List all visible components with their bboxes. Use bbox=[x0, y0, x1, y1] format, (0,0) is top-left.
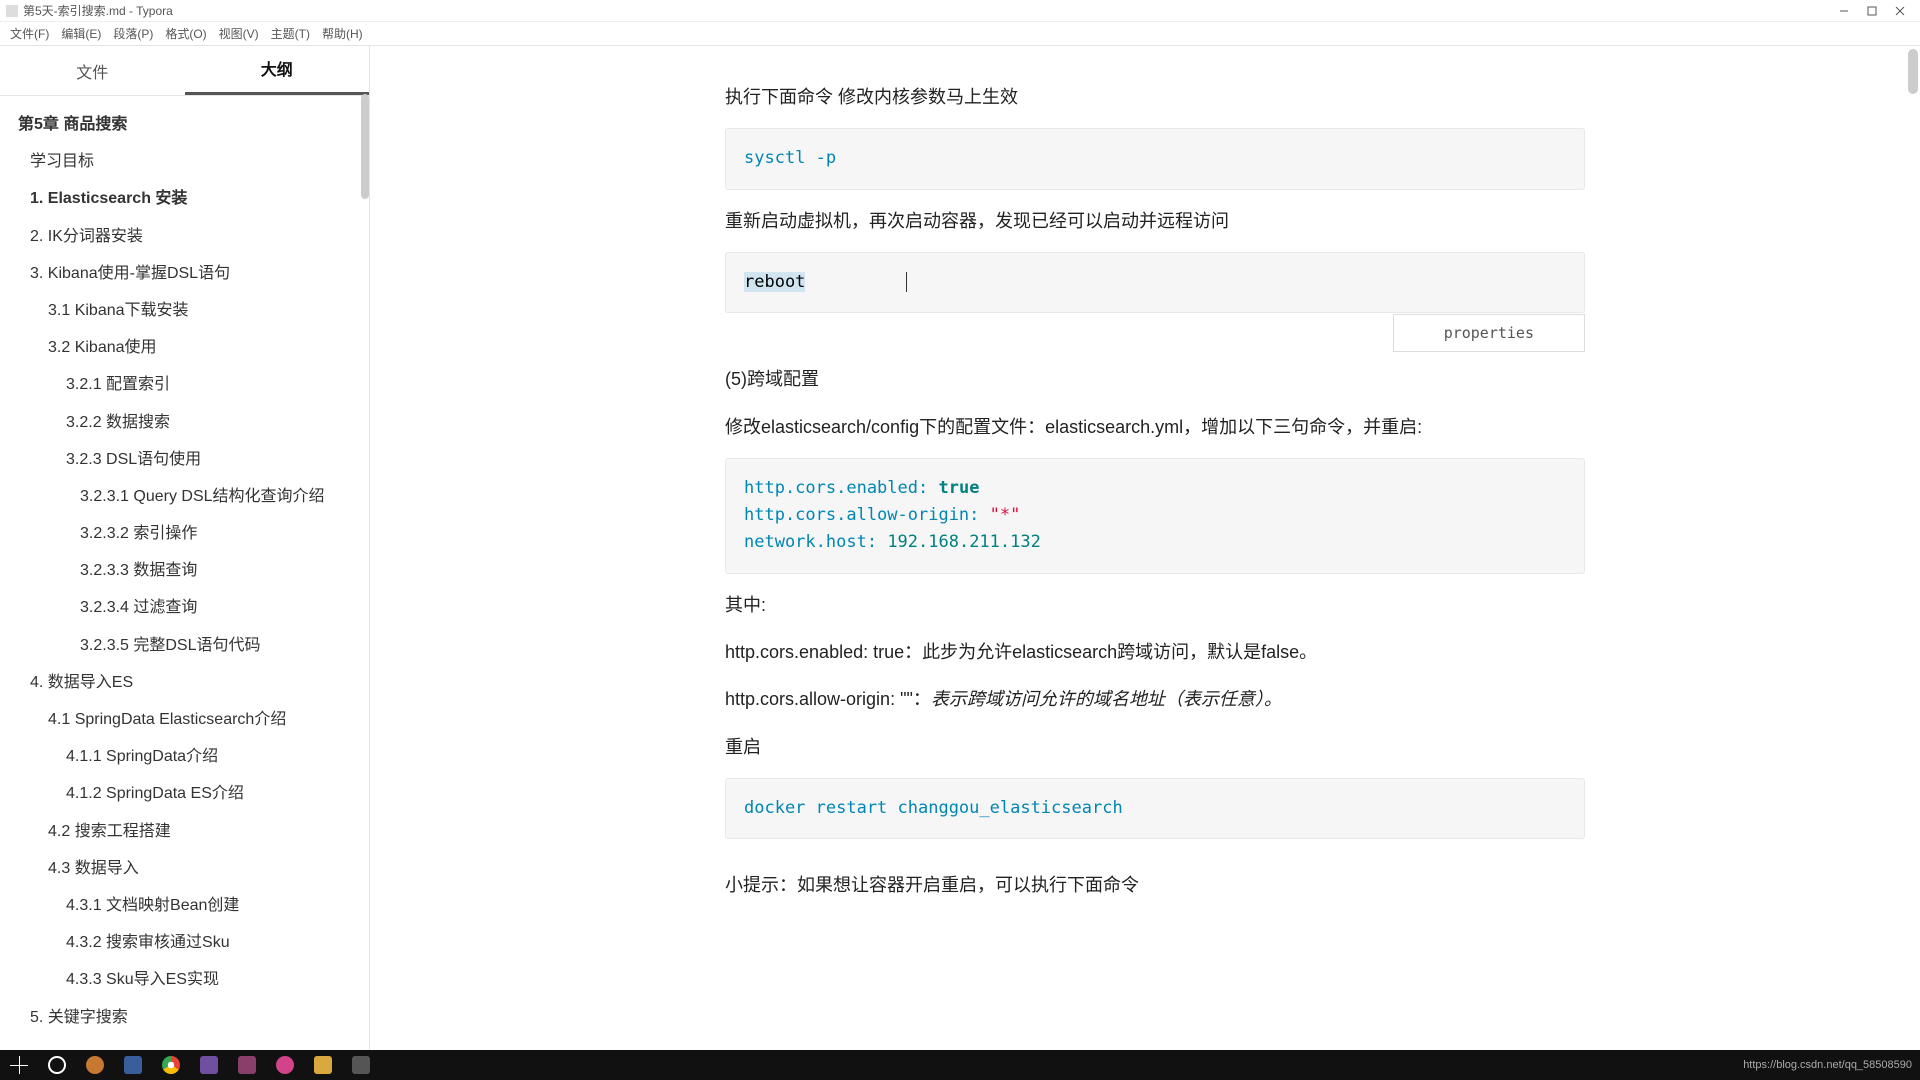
task-app-1[interactable] bbox=[76, 1050, 114, 1080]
outline-item[interactable]: 4.2 搜索工程搭建 bbox=[0, 813, 369, 850]
outline-item[interactable]: 第5章 商品搜索 bbox=[0, 106, 369, 143]
paragraph[interactable]: 重新启动虚拟机，再次启动容器，发现已经可以启动并远程访问 bbox=[725, 205, 1585, 237]
task-app-3[interactable] bbox=[190, 1050, 228, 1080]
outline-item[interactable]: 4.3.2 搜索审核通过Sku bbox=[0, 924, 369, 961]
outline-item[interactable]: 1. Elasticsearch 安装 bbox=[0, 180, 369, 217]
circle-icon bbox=[48, 1056, 66, 1074]
outline-item[interactable]: 4.1.1 SpringData介绍 bbox=[0, 738, 369, 775]
cortana-button[interactable] bbox=[38, 1050, 76, 1080]
app-icon bbox=[124, 1056, 142, 1074]
outline-list[interactable]: 第5章 商品搜索学习目标1. Elasticsearch 安装2. IK分词器安… bbox=[0, 96, 369, 1050]
app-icon bbox=[200, 1056, 218, 1074]
outline-item[interactable]: 3.2.1 配置索引 bbox=[0, 366, 369, 403]
close-button[interactable] bbox=[1886, 0, 1914, 22]
outline-item[interactable]: 3. Kibana使用-掌握DSL语句 bbox=[0, 255, 369, 292]
menu-format[interactable]: 格式(O) bbox=[159, 23, 212, 44]
task-chrome[interactable] bbox=[152, 1050, 190, 1080]
menubar: 文件(F) 编辑(E) 段落(P) 格式(O) 视图(V) 主题(T) 帮助(H… bbox=[0, 22, 1920, 46]
task-app-2[interactable] bbox=[114, 1050, 152, 1080]
app-icon bbox=[276, 1056, 294, 1074]
typora-icon bbox=[352, 1056, 370, 1074]
outline-item[interactable]: 5. 关键字搜索 bbox=[0, 999, 369, 1036]
outline-item[interactable]: 4.3.3 Sku导入ES实现 bbox=[0, 961, 369, 998]
outline-item[interactable]: 2. IK分词器安装 bbox=[0, 218, 369, 255]
outline-item[interactable]: 3.2.3.4 过滤查询 bbox=[0, 589, 369, 626]
tab-outline[interactable]: 大纲 bbox=[185, 46, 370, 95]
paragraph[interactable]: (5)跨域配置 bbox=[725, 363, 1585, 395]
outline-item[interactable]: 3.2.3.5 完整DSL语句代码 bbox=[0, 627, 369, 664]
paragraph[interactable]: 修改elasticsearch/config下的配置文件：elasticsear… bbox=[725, 411, 1585, 443]
main-area: 文件 大纲 第5章 商品搜索学习目标1. Elasticsearch 安装2. … bbox=[0, 46, 1920, 1050]
taskbar: https://blog.csdn.net/qq_58508590 bbox=[0, 1050, 1920, 1080]
windows-icon bbox=[10, 1056, 28, 1074]
menu-help[interactable]: 帮助(H) bbox=[316, 23, 369, 44]
code-text: docker restart changgou_elasticsearch bbox=[744, 798, 1123, 818]
outline-item[interactable]: 3.2.2 数据搜索 bbox=[0, 404, 369, 441]
code-language-badge[interactable]: properties bbox=[1393, 314, 1585, 352]
paragraph[interactable]: http.cors.allow-origin: ""：表示跨域访问允许的域名地址… bbox=[725, 683, 1585, 715]
editor[interactable]: 执行下面命令 修改内核参数马上生效 sysctl -p 重新启动虚拟机，再次启动… bbox=[370, 46, 1920, 1050]
paragraph[interactable]: 其中: bbox=[725, 589, 1585, 621]
tab-files[interactable]: 文件 bbox=[0, 49, 185, 95]
chrome-icon bbox=[162, 1056, 180, 1074]
titlebar: 第5天-索引搜索.md - Typora bbox=[0, 0, 1920, 22]
outline-item[interactable]: 4.3.1 文档映射Bean创建 bbox=[0, 887, 369, 924]
paragraph[interactable]: 执行下面命令 修改内核参数马上生效 bbox=[725, 81, 1585, 113]
menu-theme[interactable]: 主题(T) bbox=[265, 23, 316, 44]
content[interactable]: 执行下面命令 修改内核参数马上生效 sysctl -p 重新启动虚拟机，再次启动… bbox=[705, 46, 1585, 937]
outline-item[interactable]: 3.2.3 DSL语句使用 bbox=[0, 441, 369, 478]
app-icon bbox=[6, 5, 18, 17]
code-text-selected: reboot bbox=[744, 272, 805, 292]
task-typora[interactable] bbox=[342, 1050, 380, 1080]
code-block[interactable]: reboot properties bbox=[725, 252, 1585, 313]
task-app-5[interactable] bbox=[266, 1050, 304, 1080]
paragraph[interactable]: 小提示：如果想让容器开启重启，可以执行下面命令 bbox=[725, 869, 1585, 901]
task-explorer[interactable] bbox=[304, 1050, 342, 1080]
start-button[interactable] bbox=[0, 1050, 38, 1080]
outline-item[interactable]: 4.3 数据导入 bbox=[0, 850, 369, 887]
outline-item[interactable]: 4. 数据导入ES bbox=[0, 664, 369, 701]
outline-item[interactable]: 4.1 SpringData Elasticsearch介绍 bbox=[0, 701, 369, 738]
text-cursor bbox=[906, 272, 907, 292]
menu-file[interactable]: 文件(F) bbox=[4, 23, 55, 44]
window-title: 第5天-索引搜索.md - Typora bbox=[23, 2, 173, 19]
editor-scrollbar[interactable] bbox=[1908, 49, 1918, 94]
code-block[interactable]: docker restart changgou_elasticsearch bbox=[725, 778, 1585, 839]
outline-item[interactable]: 4.1.2 SpringData ES介绍 bbox=[0, 775, 369, 812]
code-block[interactable]: sysctl -p bbox=[725, 128, 1585, 189]
outline-item[interactable]: 3.2.3.3 数据查询 bbox=[0, 552, 369, 589]
outline-item[interactable]: 3.1 Kibana下载安装 bbox=[0, 292, 369, 329]
tray-link: https://blog.csdn.net/qq_58508590 bbox=[1743, 1059, 1912, 1071]
menu-paragraph[interactable]: 段落(P) bbox=[107, 23, 159, 44]
minimize-button[interactable] bbox=[1830, 0, 1858, 22]
outline-item[interactable]: 学习目标 bbox=[0, 143, 369, 180]
folder-icon bbox=[314, 1056, 332, 1074]
taskbar-tray: https://blog.csdn.net/qq_58508590 bbox=[1743, 1059, 1920, 1071]
paragraph[interactable]: http.cors.enabled: true：此步为允许elasticsear… bbox=[725, 636, 1585, 668]
task-app-4[interactable] bbox=[228, 1050, 266, 1080]
menu-view[interactable]: 视图(V) bbox=[213, 23, 265, 44]
code-block[interactable]: http.cors.enabled: true http.cors.allow-… bbox=[725, 458, 1585, 574]
outline-item[interactable]: 3.2.3.1 Query DSL结构化查询介绍 bbox=[0, 478, 369, 515]
outline-item[interactable]: 3.2.3.2 索引操作 bbox=[0, 515, 369, 552]
sidebar-tabs: 文件 大纲 bbox=[0, 46, 369, 96]
outline-item[interactable]: 3.2 Kibana使用 bbox=[0, 329, 369, 366]
paragraph[interactable]: 重启 bbox=[725, 731, 1585, 763]
maximize-button[interactable] bbox=[1858, 0, 1886, 22]
code-text: sysctl -p bbox=[744, 148, 836, 168]
sidebar: 文件 大纲 第5章 商品搜索学习目标1. Elasticsearch 安装2. … bbox=[0, 46, 370, 1050]
app-icon bbox=[86, 1056, 104, 1074]
menu-edit[interactable]: 编辑(E) bbox=[55, 23, 107, 44]
app-icon bbox=[238, 1056, 256, 1074]
sidebar-scrollbar[interactable] bbox=[361, 94, 369, 199]
